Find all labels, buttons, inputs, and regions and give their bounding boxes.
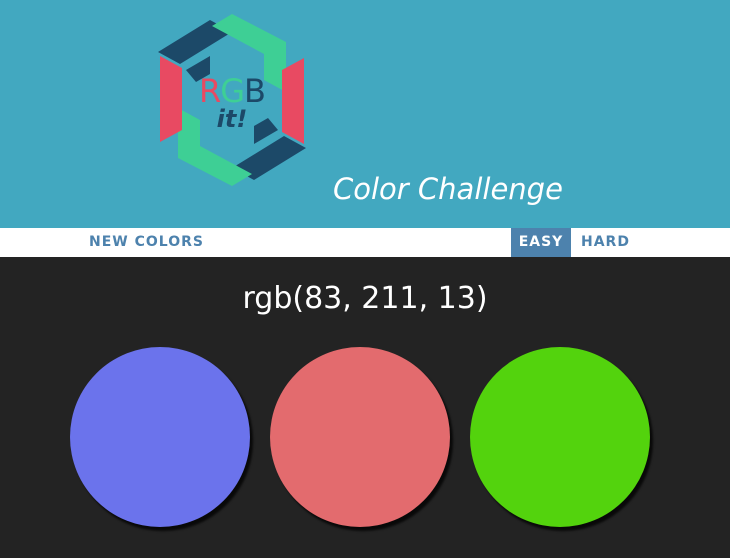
- color-square-2[interactable]: [270, 347, 450, 527]
- new-colors-button[interactable]: NEW COLORS: [89, 228, 204, 257]
- page-subtitle: Color Challenge: [333, 172, 563, 206]
- header: RGB it! Color Challenge: [0, 0, 730, 228]
- logo: RGB it!: [150, 10, 314, 190]
- hard-mode-button[interactable]: HARD: [581, 228, 630, 257]
- logo-hexagon-icon: [158, 14, 306, 186]
- easy-mode-button[interactable]: EASY: [511, 228, 571, 257]
- navbar: NEW COLORS EASY HARD: [0, 228, 730, 257]
- target-color-label: rgb(83, 211, 13): [242, 281, 488, 316]
- color-square-1[interactable]: [70, 347, 250, 527]
- color-square-3[interactable]: [470, 347, 650, 527]
